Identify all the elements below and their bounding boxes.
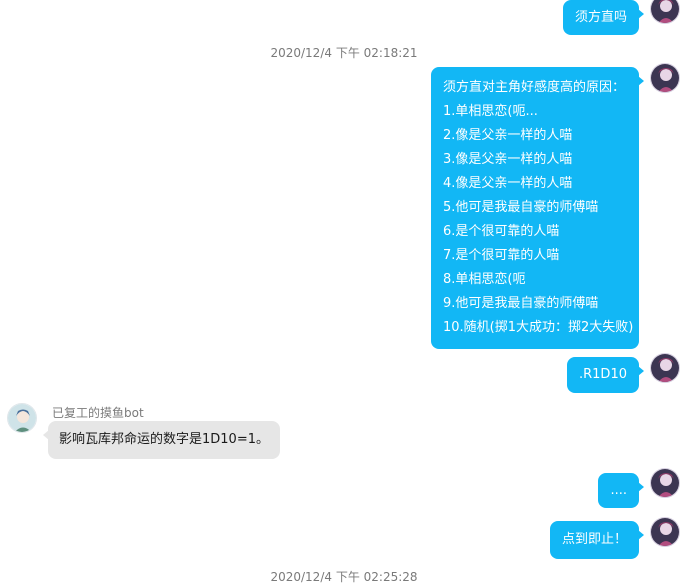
timestamp: 2020/12/4 下午 02:25:28 — [270, 570, 418, 584]
self-avatar-icon[interactable] — [650, 517, 680, 547]
message-text: 须方直吗 — [574, 10, 627, 25]
message-line: 须方直对主角好感度高的原因： — [443, 80, 626, 95]
message-bubble-self[interactable]: .R1D10 — [567, 357, 644, 393]
message-line: 1.单相思恋(呃... — [443, 104, 538, 119]
message-line: 5.他可是我最自豪的师傅喵 — [443, 200, 599, 215]
message-line: 7.是个很可靠的人喵 — [443, 248, 560, 263]
message-bubble-self[interactable]: 须方直吗 — [562, 0, 645, 35]
chat-window: 须方直吗 2020/12/4 下午 02:18:21 须方直对主角好感度高的原因… — [0, 0, 683, 587]
message-text: .... — [610, 483, 627, 498]
timestamp: 2020/12/4 下午 02:18:21 — [270, 46, 418, 60]
self-avatar-icon[interactable] — [650, 0, 680, 24]
message-line: 9.他可是我最自豪的师傅喵 — [443, 296, 599, 311]
message-line: 8.单相思恋(呃 — [443, 272, 526, 287]
message-line: 6.是个很可靠的人喵 — [443, 224, 560, 239]
message-line: 4.像是父亲一样的人喵 — [443, 176, 573, 191]
message-bubble-self[interactable]: .... — [598, 473, 644, 508]
message-text: 影响瓦库邦命运的数字是1D10=1。 — [59, 432, 269, 447]
self-avatar-icon[interactable] — [650, 353, 680, 383]
message-bubble-other[interactable]: 影响瓦库邦命运的数字是1D10=1。 — [43, 421, 280, 459]
bot-avatar-icon[interactable] — [7, 403, 37, 433]
message-bubble-self[interactable]: 点到即止！ — [549, 521, 645, 559]
message-text: 点到即止！ — [561, 532, 627, 547]
message-text: .R1D10 — [579, 367, 627, 382]
self-avatar-icon[interactable] — [650, 63, 680, 93]
message-line: 3.像是父亲一样的人喵 — [443, 152, 573, 167]
self-avatar-icon[interactable] — [650, 468, 680, 498]
sender-name: 已复工的摸鱼bot — [52, 406, 144, 420]
message-line: 2.像是父亲一样的人喵 — [443, 128, 573, 143]
message-line: 10.随机(掷1大成功：掷2大失败) — [443, 320, 634, 335]
message-bubble-self[interactable]: 须方直对主角好感度高的原因： 1.单相思恋(呃... 2.像是父亲一样的人喵 3… — [431, 67, 644, 349]
